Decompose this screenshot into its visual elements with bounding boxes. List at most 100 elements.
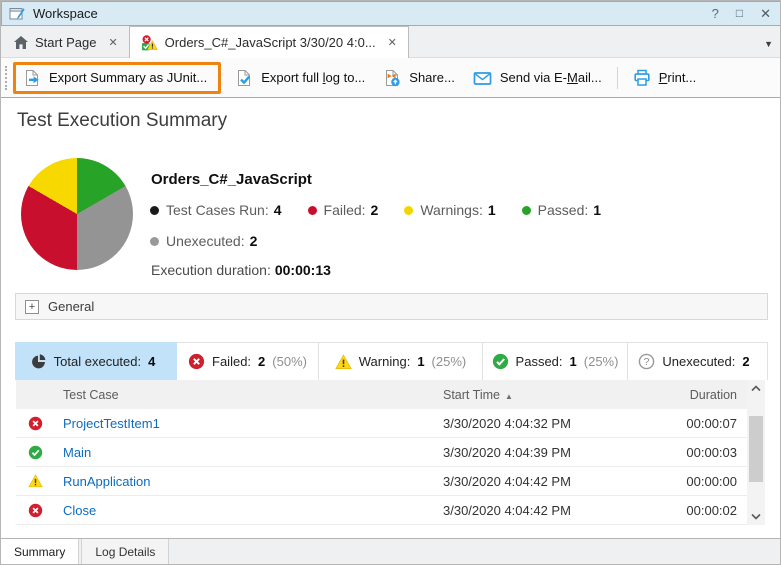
test-case-link[interactable]: RunApplication [54,474,443,489]
duration-cell: 00:00:02 [659,503,747,518]
print-button[interactable]: Print... [624,64,706,92]
pie-chart-icon [30,353,47,370]
tab-orders-log[interactable]: Orders_C#_JavaScript 3/30/20 4:0... ✕ [129,26,409,58]
duration-cell: 00:00:03 [659,445,747,460]
scroll-up-icon[interactable] [747,380,765,397]
table-row[interactable]: Main 3/30/2020 4:04:39 PM 00:00:03 [16,438,747,467]
failed-status-icon [16,416,54,431]
warning-status-icon [16,474,54,488]
black-bullet-icon [150,206,159,215]
window-title: Workspace [33,6,98,21]
result-filter-tabs: Total executed:4 Failed:2(50%) [15,342,768,380]
general-expander[interactable]: + General [15,293,768,320]
export-log-icon [235,69,253,87]
gray-bullet-icon [150,237,159,246]
workspace-icon [9,6,25,21]
tab-log-details[interactable]: Log Details [81,539,169,565]
test-status-icon [141,35,158,51]
bottom-tab-bar: Summary Log Details [1,539,781,565]
project-name: Orders_C#_JavaScript [151,171,312,188]
start-time-cell: 3/30/2020 4:04:42 PM [443,503,659,518]
start-time-cell: 3/30/2020 4:04:39 PM [443,445,659,460]
failed-status-icon [16,503,54,518]
close-tab-icon[interactable]: ✕ [388,36,397,49]
tab-overflow-arrow[interactable]: ▼ [764,39,773,49]
button-label: Print... [659,70,697,85]
tab-passed[interactable]: Passed:1(25%) [483,342,628,380]
tab-failed[interactable]: Failed:2(50%) [177,342,319,380]
green-bullet-icon [522,206,531,215]
window-controls: ? □ ✕ [712,6,771,22]
button-label: Export Summary as JUnit... [49,70,207,85]
column-test-case[interactable]: Test Case [54,388,443,402]
column-start-time[interactable]: Start Time▲ [443,388,659,402]
warning-icon [335,354,352,370]
toolbar-grip[interactable] [5,66,10,90]
failed-icon [188,353,205,370]
share-icon [383,69,401,87]
maximize-button[interactable]: □ [736,6,743,22]
export-full-log-button[interactable]: Export full log to... [226,64,374,92]
close-button[interactable]: ✕ [760,6,771,22]
test-case-link[interactable]: Main [54,445,443,460]
svg-text:?: ? [644,356,650,368]
expand-plus-icon[interactable]: + [25,300,39,314]
scroll-down-icon[interactable] [747,508,765,525]
stat-unexecuted: Unexecuted:2 [150,233,257,249]
email-icon [473,69,492,87]
tab-total-executed[interactable]: Total executed:4 [15,342,177,380]
table-row[interactable]: Close 3/30/2020 4:04:42 PM 00:00:02 [16,496,747,525]
export-summary-junit-button[interactable]: Export Summary as JUnit... [13,62,221,94]
execution-duration: Execution duration:00:00:13 [151,262,331,278]
tab-warning[interactable]: Warning:1(25%) [319,342,483,380]
stats-row-2: Unexecuted:2 [150,233,257,249]
general-label: General [48,299,94,314]
unexecuted-icon: ? [638,353,655,370]
button-label: Export full log to... [261,70,365,85]
duration-cell: 00:00:00 [659,474,747,489]
table-scrollbar[interactable] [747,380,765,525]
help-button[interactable]: ? [712,6,719,22]
passed-status-icon [16,445,54,460]
duration-cell: 00:00:07 [659,416,747,431]
test-case-link[interactable]: Close [54,503,443,518]
passed-icon [492,353,509,370]
results-pie-chart [21,158,133,270]
button-label: Share... [409,70,455,85]
stat-test-cases-run: Test Cases Run:4 [150,202,282,218]
test-case-table: Test Case Start Time▲ Duration ProjectTe… [16,380,747,525]
application-window: Workspace ? □ ✕ Start Page ✕ [0,0,781,565]
start-time-cell: 3/30/2020 4:04:32 PM [443,416,659,431]
print-icon [633,69,651,87]
tab-label: Start Page [35,35,96,50]
stat-warnings: Warnings:1 [404,202,495,218]
tab-unexecuted[interactable]: ? Unexecuted:2 [628,342,768,380]
tab-summary[interactable]: Summary [1,539,79,565]
summary-panel: Test Execution Summary Orders_C#_JavaScr… [1,97,781,539]
table-header-row: Test Case Start Time▲ Duration [16,380,747,409]
window-titlebar: Workspace ? □ ✕ [1,1,781,26]
sort-ascending-icon: ▲ [505,392,513,401]
start-time-cell: 3/30/2020 4:04:42 PM [443,474,659,489]
scrollbar-thumb[interactable] [749,416,763,482]
close-tab-icon[interactable]: ✕ [108,36,117,49]
table-row[interactable]: ProjectTestItem1 3/30/2020 4:04:32 PM 00… [16,409,747,438]
stat-passed: Passed:1 [522,202,601,218]
send-email-button[interactable]: Send via E-Mail... [464,64,611,92]
export-junit-icon [23,69,41,87]
yellow-bullet-icon [404,206,413,215]
stat-failed: Failed:2 [308,202,379,218]
red-bullet-icon [308,206,317,215]
share-button[interactable]: Share... [374,64,464,92]
log-toolbar: Export Summary as JUnit... Export full l… [1,58,781,97]
page-title: Test Execution Summary [17,110,227,132]
table-row[interactable]: RunApplication 3/30/2020 4:04:42 PM 00:0… [16,467,747,496]
tab-label: Orders_C#_JavaScript 3/30/20 4:0... [165,35,376,50]
toolbar-separator [617,67,618,89]
tab-start-page[interactable]: Start Page ✕ [3,28,129,57]
button-label: Send via E-Mail... [500,70,602,85]
test-case-link[interactable]: ProjectTestItem1 [54,416,443,431]
column-duration[interactable]: Duration [659,388,747,402]
stats-row-1: Test Cases Run:4 Failed:2 Warnings:1 Pas… [150,202,601,218]
document-tab-strip: Start Page ✕ Orders_C#_JavaScript 3/30/2… [1,26,781,58]
